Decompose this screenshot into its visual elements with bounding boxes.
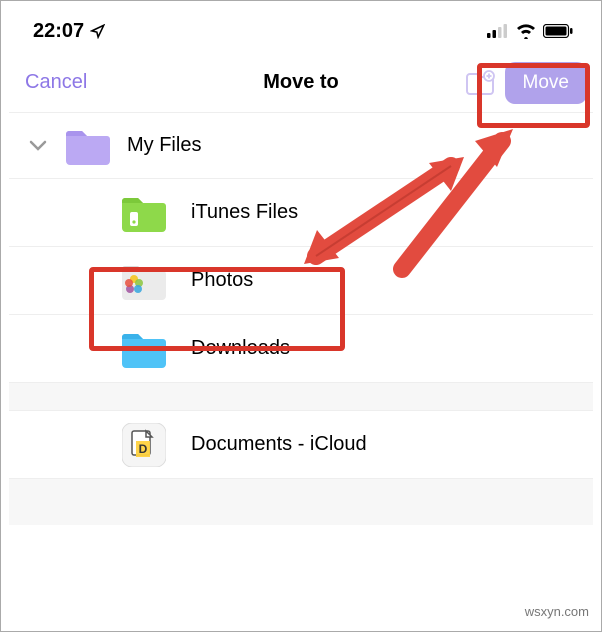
page-title: Move to [263, 71, 339, 94]
folder-label: iTunes Files [191, 201, 298, 224]
time-text: 22:07 [33, 20, 84, 43]
nav-bar: Cancel Move to Move [9, 53, 593, 113]
folder-icon-itunes [119, 192, 169, 234]
screen: 22:07 Cancel Move to Move [9, 9, 593, 567]
watermark: wsxyn.com [525, 604, 589, 619]
section-gap [9, 383, 593, 411]
cellular-icon [487, 24, 509, 38]
status-bar: 22:07 [9, 9, 593, 53]
battery-icon [543, 24, 573, 38]
svg-text:D: D [139, 442, 148, 456]
cloud-row[interactable]: D Documents - iCloud [9, 411, 593, 479]
folder-row-photos[interactable]: Photos [9, 247, 593, 315]
app-frame: 22:07 Cancel Move to Move [0, 0, 602, 632]
folder-icon-photos [119, 260, 169, 302]
location-icon [90, 24, 105, 39]
move-button[interactable]: Move [505, 62, 587, 104]
folder-label: Photos [191, 269, 253, 292]
folder-list: My Files iTunes Files [9, 113, 593, 525]
documents-app-icon: D [119, 424, 169, 466]
bottom-gap [9, 479, 593, 525]
chevron-down-icon[interactable] [29, 140, 47, 152]
status-time: 22:07 [33, 20, 105, 43]
folder-row-itunes[interactable]: iTunes Files [9, 179, 593, 247]
wifi-icon [516, 24, 536, 39]
folder-label: Downloads [191, 337, 290, 360]
root-folder-label: My Files [127, 134, 201, 157]
folder-icon-downloads [119, 328, 169, 370]
status-right [487, 24, 573, 39]
new-folder-button[interactable] [465, 70, 495, 96]
cancel-button[interactable]: Cancel [25, 71, 87, 94]
folder-icon-root [63, 125, 113, 167]
root-folder-row[interactable]: My Files [9, 113, 593, 179]
folder-row-downloads[interactable]: Downloads [9, 315, 593, 383]
cloud-label: Documents - iCloud [191, 433, 367, 456]
